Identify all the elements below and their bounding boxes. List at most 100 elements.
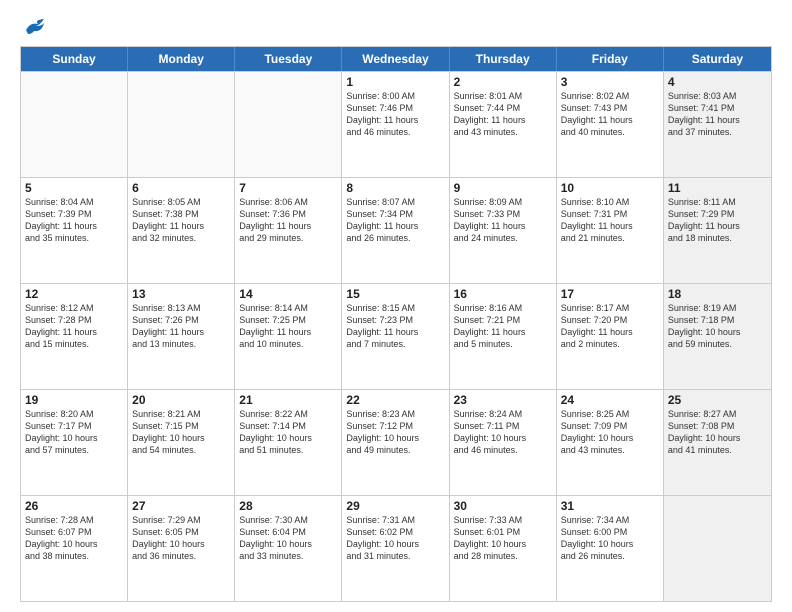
cell-text: Sunrise: 8:06 AM Sunset: 7:36 PM Dayligh… [239, 196, 337, 245]
cell-text: Sunrise: 8:20 AM Sunset: 7:17 PM Dayligh… [25, 408, 123, 457]
calendar-cell-1: 1Sunrise: 8:00 AM Sunset: 7:46 PM Daylig… [342, 72, 449, 177]
calendar-cell-30: 30Sunrise: 7:33 AM Sunset: 6:01 PM Dayli… [450, 496, 557, 601]
day-number: 11 [668, 181, 767, 195]
day-number: 26 [25, 499, 123, 513]
cell-text: Sunrise: 8:12 AM Sunset: 7:28 PM Dayligh… [25, 302, 123, 351]
calendar-row-1: 5Sunrise: 8:04 AM Sunset: 7:39 PM Daylig… [21, 177, 771, 283]
day-number: 19 [25, 393, 123, 407]
day-number: 17 [561, 287, 659, 301]
calendar-cell-2: 2Sunrise: 8:01 AM Sunset: 7:44 PM Daylig… [450, 72, 557, 177]
calendar-cell-24: 24Sunrise: 8:25 AM Sunset: 7:09 PM Dayli… [557, 390, 664, 495]
weekday-header-wednesday: Wednesday [342, 47, 449, 71]
calendar-row-0: 1Sunrise: 8:00 AM Sunset: 7:46 PM Daylig… [21, 71, 771, 177]
weekday-header-sunday: Sunday [21, 47, 128, 71]
day-number: 29 [346, 499, 444, 513]
calendar-cell-16: 16Sunrise: 8:16 AM Sunset: 7:21 PM Dayli… [450, 284, 557, 389]
cell-text: Sunrise: 8:05 AM Sunset: 7:38 PM Dayligh… [132, 196, 230, 245]
calendar-cell-4: 4Sunrise: 8:03 AM Sunset: 7:41 PM Daylig… [664, 72, 771, 177]
day-number: 5 [25, 181, 123, 195]
cell-text: Sunrise: 8:23 AM Sunset: 7:12 PM Dayligh… [346, 408, 444, 457]
calendar-row-3: 19Sunrise: 8:20 AM Sunset: 7:17 PM Dayli… [21, 389, 771, 495]
calendar-cell-31: 31Sunrise: 7:34 AM Sunset: 6:00 PM Dayli… [557, 496, 664, 601]
cell-text: Sunrise: 8:16 AM Sunset: 7:21 PM Dayligh… [454, 302, 552, 351]
day-number: 31 [561, 499, 659, 513]
header [20, 18, 772, 36]
weekday-header-thursday: Thursday [450, 47, 557, 71]
cell-text: Sunrise: 8:19 AM Sunset: 7:18 PM Dayligh… [668, 302, 767, 351]
cell-text: Sunrise: 8:09 AM Sunset: 7:33 PM Dayligh… [454, 196, 552, 245]
day-number: 16 [454, 287, 552, 301]
day-number: 20 [132, 393, 230, 407]
day-number: 6 [132, 181, 230, 195]
calendar-cell-27: 27Sunrise: 7:29 AM Sunset: 6:05 PM Dayli… [128, 496, 235, 601]
cell-text: Sunrise: 8:11 AM Sunset: 7:29 PM Dayligh… [668, 196, 767, 245]
day-number: 10 [561, 181, 659, 195]
calendar-cell-10: 10Sunrise: 8:10 AM Sunset: 7:31 PM Dayli… [557, 178, 664, 283]
cell-text: Sunrise: 7:33 AM Sunset: 6:01 PM Dayligh… [454, 514, 552, 563]
calendar-cell-29: 29Sunrise: 7:31 AM Sunset: 6:02 PM Dayli… [342, 496, 449, 601]
cell-text: Sunrise: 8:21 AM Sunset: 7:15 PM Dayligh… [132, 408, 230, 457]
day-number: 22 [346, 393, 444, 407]
cell-text: Sunrise: 8:17 AM Sunset: 7:20 PM Dayligh… [561, 302, 659, 351]
day-number: 30 [454, 499, 552, 513]
calendar-cell-6: 6Sunrise: 8:05 AM Sunset: 7:38 PM Daylig… [128, 178, 235, 283]
cell-text: Sunrise: 7:28 AM Sunset: 6:07 PM Dayligh… [25, 514, 123, 563]
cell-text: Sunrise: 8:24 AM Sunset: 7:11 PM Dayligh… [454, 408, 552, 457]
weekday-header-monday: Monday [128, 47, 235, 71]
calendar-cell-14: 14Sunrise: 8:14 AM Sunset: 7:25 PM Dayli… [235, 284, 342, 389]
day-number: 3 [561, 75, 659, 89]
cell-text: Sunrise: 8:25 AM Sunset: 7:09 PM Dayligh… [561, 408, 659, 457]
calendar-cell-3: 3Sunrise: 8:02 AM Sunset: 7:43 PM Daylig… [557, 72, 664, 177]
cell-text: Sunrise: 8:14 AM Sunset: 7:25 PM Dayligh… [239, 302, 337, 351]
calendar-cell-7: 7Sunrise: 8:06 AM Sunset: 7:36 PM Daylig… [235, 178, 342, 283]
day-number: 21 [239, 393, 337, 407]
calendar-cell-19: 19Sunrise: 8:20 AM Sunset: 7:17 PM Dayli… [21, 390, 128, 495]
day-number: 2 [454, 75, 552, 89]
calendar-cell-21: 21Sunrise: 8:22 AM Sunset: 7:14 PM Dayli… [235, 390, 342, 495]
calendar-cell-15: 15Sunrise: 8:15 AM Sunset: 7:23 PM Dayli… [342, 284, 449, 389]
day-number: 27 [132, 499, 230, 513]
cell-text: Sunrise: 7:34 AM Sunset: 6:00 PM Dayligh… [561, 514, 659, 563]
day-number: 8 [346, 181, 444, 195]
calendar-cell-18: 18Sunrise: 8:19 AM Sunset: 7:18 PM Dayli… [664, 284, 771, 389]
day-number: 1 [346, 75, 444, 89]
weekday-header-saturday: Saturday [664, 47, 771, 71]
day-number: 25 [668, 393, 767, 407]
cell-text: Sunrise: 8:07 AM Sunset: 7:34 PM Dayligh… [346, 196, 444, 245]
day-number: 9 [454, 181, 552, 195]
calendar-cell-13: 13Sunrise: 8:13 AM Sunset: 7:26 PM Dayli… [128, 284, 235, 389]
calendar-body: 1Sunrise: 8:00 AM Sunset: 7:46 PM Daylig… [21, 71, 771, 601]
day-number: 4 [668, 75, 767, 89]
cell-text: Sunrise: 7:30 AM Sunset: 6:04 PM Dayligh… [239, 514, 337, 563]
calendar-header: SundayMondayTuesdayWednesdayThursdayFrid… [21, 47, 771, 71]
calendar-row-4: 26Sunrise: 7:28 AM Sunset: 6:07 PM Dayli… [21, 495, 771, 601]
calendar-cell-empty-4-6 [664, 496, 771, 601]
weekday-header-friday: Friday [557, 47, 664, 71]
day-number: 18 [668, 287, 767, 301]
cell-text: Sunrise: 8:10 AM Sunset: 7:31 PM Dayligh… [561, 196, 659, 245]
calendar-cell-20: 20Sunrise: 8:21 AM Sunset: 7:15 PM Dayli… [128, 390, 235, 495]
cell-text: Sunrise: 8:00 AM Sunset: 7:46 PM Dayligh… [346, 90, 444, 139]
cell-text: Sunrise: 7:29 AM Sunset: 6:05 PM Dayligh… [132, 514, 230, 563]
calendar-cell-12: 12Sunrise: 8:12 AM Sunset: 7:28 PM Dayli… [21, 284, 128, 389]
day-number: 14 [239, 287, 337, 301]
day-number: 28 [239, 499, 337, 513]
calendar-row-2: 12Sunrise: 8:12 AM Sunset: 7:28 PM Dayli… [21, 283, 771, 389]
weekday-header-tuesday: Tuesday [235, 47, 342, 71]
cell-text: Sunrise: 8:27 AM Sunset: 7:08 PM Dayligh… [668, 408, 767, 457]
calendar-cell-empty-0-1 [128, 72, 235, 177]
calendar-cell-17: 17Sunrise: 8:17 AM Sunset: 7:20 PM Dayli… [557, 284, 664, 389]
calendar-cell-28: 28Sunrise: 7:30 AM Sunset: 6:04 PM Dayli… [235, 496, 342, 601]
day-number: 7 [239, 181, 337, 195]
cell-text: Sunrise: 8:04 AM Sunset: 7:39 PM Dayligh… [25, 196, 123, 245]
day-number: 15 [346, 287, 444, 301]
calendar-cell-8: 8Sunrise: 8:07 AM Sunset: 7:34 PM Daylig… [342, 178, 449, 283]
cell-text: Sunrise: 8:15 AM Sunset: 7:23 PM Dayligh… [346, 302, 444, 351]
cell-text: Sunrise: 8:01 AM Sunset: 7:44 PM Dayligh… [454, 90, 552, 139]
cell-text: Sunrise: 8:02 AM Sunset: 7:43 PM Dayligh… [561, 90, 659, 139]
cell-text: Sunrise: 8:13 AM Sunset: 7:26 PM Dayligh… [132, 302, 230, 351]
calendar-cell-11: 11Sunrise: 8:11 AM Sunset: 7:29 PM Dayli… [664, 178, 771, 283]
day-number: 12 [25, 287, 123, 301]
logo [20, 18, 46, 36]
calendar: SundayMondayTuesdayWednesdayThursdayFrid… [20, 46, 772, 602]
